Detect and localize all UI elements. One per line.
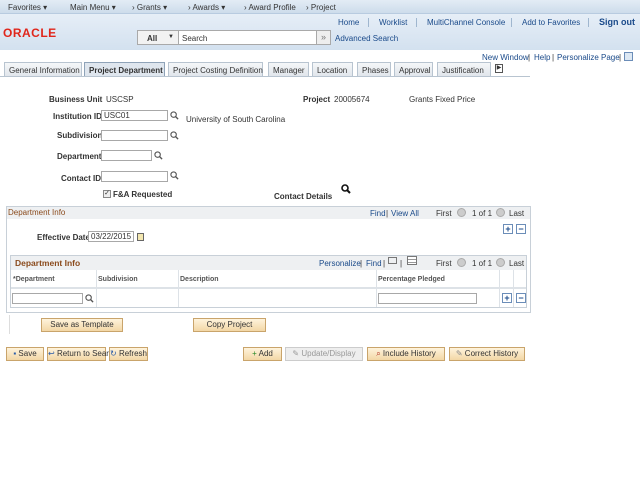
grid-percentage-pledged-input[interactable] [378, 293, 477, 304]
section-title: Department Info [8, 208, 66, 217]
customize-icon[interactable] [624, 52, 633, 61]
oracle-logo: ORACLE [3, 26, 57, 40]
tab-project-costing-definition[interactable]: Project Costing Definition [168, 62, 263, 76]
contact-id-input[interactable] [101, 171, 168, 182]
update-icon: ✎ [292, 349, 302, 358]
lookup-icon[interactable] [170, 111, 179, 120]
personalize-page-link[interactable]: Personalize Page [557, 53, 620, 62]
calendar-icon[interactable] [137, 233, 144, 241]
grid-find-link[interactable]: Find [366, 259, 382, 268]
add-button[interactable]: + Add [243, 347, 282, 361]
correct-history-button[interactable]: ✎ Correct History [449, 347, 525, 361]
grid-next-icon[interactable] [496, 258, 505, 267]
sign-out-link[interactable]: Sign out [599, 17, 635, 27]
include-history-button[interactable]: ⌕ Include History [367, 347, 445, 361]
personalize-link[interactable]: Personalize [319, 259, 361, 268]
lookup-icon[interactable] [154, 151, 163, 160]
search-scope-select[interactable]: All ▼ [137, 30, 179, 45]
grid-last-label: Last [509, 259, 525, 268]
breadcrumb-grants[interactable]: › Grants ▾ [132, 3, 167, 12]
update-display-button[interactable]: ✎ Update/Display [285, 347, 363, 361]
column-header-description: Description [180, 276, 219, 283]
dropdown-arrow-icon: ▼ [168, 34, 174, 40]
grid-title: Department Info [15, 258, 81, 268]
lookup-icon[interactable] [170, 131, 179, 140]
previous-icon[interactable] [457, 208, 466, 217]
save-as-template-button[interactable]: Save as Template [41, 318, 123, 332]
effective-date-label: Effective Date [37, 233, 90, 242]
home-link[interactable]: Home [338, 18, 359, 27]
contact-id-label: Contact ID [61, 174, 101, 183]
business-unit-value: USCSP [106, 95, 134, 104]
top-nav-bar: Favorites ▾ Main Menu ▾ › Grants ▾ › Awa… [0, 0, 640, 14]
row-count: 1 of 1 [472, 209, 493, 218]
tab-location[interactable]: Location [312, 62, 353, 76]
grid-department-input[interactable] [12, 293, 83, 304]
tab-justification[interactable]: Justification [437, 62, 491, 76]
first-label: First [436, 209, 452, 218]
correct-history-icon: ✎ [455, 349, 465, 358]
new-window-link[interactable]: New Window [482, 53, 529, 62]
grid-row-count: 1 of 1 [472, 259, 493, 268]
subdivision-label: Subdivision [57, 131, 103, 140]
tab-project-department[interactable]: Project Department [84, 62, 165, 76]
return-to-search-button[interactable]: ↩ Return to Search [47, 347, 117, 361]
zoom-grid-icon[interactable] [388, 257, 397, 264]
breadcrumb-project: › Project [306, 3, 336, 12]
add-row-icon[interactable]: + [503, 224, 513, 234]
next-icon[interactable] [496, 208, 505, 217]
download-icon[interactable] [407, 256, 417, 265]
lookup-icon[interactable] [85, 294, 94, 303]
grid-add-row-icon[interactable]: + [502, 293, 512, 303]
help-link[interactable]: Help [534, 53, 550, 62]
grid-first-label: First [436, 259, 452, 268]
include-history-icon: ⌕ [376, 349, 383, 358]
tab-phases[interactable]: Phases [357, 62, 391, 76]
business-unit-label: Business Unit [49, 95, 103, 104]
advanced-search-link[interactable]: Advanced Search [335, 34, 398, 43]
project-description: Grants Fixed Price [409, 95, 476, 104]
tab-general-information[interactable]: General Information [4, 62, 82, 76]
search-input[interactable]: Search [178, 30, 317, 45]
multichannel-link[interactable]: MultiChannel Console [427, 18, 505, 27]
worklist-link[interactable]: Worklist [379, 18, 407, 27]
refresh-icon: ↻ [110, 349, 119, 358]
tab-approval[interactable]: Approval [394, 62, 433, 76]
delete-row-icon[interactable]: − [516, 224, 526, 234]
department-label: Department [57, 152, 102, 161]
grid-previous-icon[interactable] [457, 258, 466, 267]
column-header-subdivision: Subdivision [98, 276, 138, 283]
column-header-percentage-pledged: Percentage Pledged [378, 276, 445, 283]
project-label: Project [303, 95, 331, 104]
department-input[interactable] [101, 150, 152, 161]
project-value: 20005674 [334, 95, 370, 104]
save-button[interactable]: ▪ Save [6, 347, 44, 361]
effective-date-input[interactable]: 03/22/2015 [88, 231, 134, 242]
contact-details-lookup-icon[interactable] [341, 184, 351, 194]
breadcrumb-award-profile[interactable]: › Award Profile [244, 3, 296, 12]
favorites-menu[interactable]: Favorites ▾ [8, 3, 47, 12]
search-go-icon[interactable]: » [316, 30, 331, 45]
copy-project-button[interactable]: Copy Project [193, 318, 266, 332]
institution-description: University of South Carolina [186, 115, 286, 124]
grid-delete-row-icon[interactable]: − [516, 293, 526, 303]
lookup-icon[interactable] [170, 171, 179, 180]
add-favorites-link[interactable]: Add to Favorites [522, 18, 580, 27]
find-link[interactable]: Find [370, 209, 386, 218]
next-tab-icon[interactable]: ▶ [495, 64, 503, 73]
view-all-link[interactable]: View All [391, 209, 419, 218]
tab-manager[interactable]: Manager [268, 62, 309, 76]
institution-id-input[interactable]: USC01 [101, 110, 168, 121]
main-menu[interactable]: Main Menu ▾ [70, 3, 116, 12]
breadcrumb-awards[interactable]: › Awards ▾ [188, 3, 225, 12]
column-header-department: *Department [13, 276, 55, 283]
fa-requested-label: F&A Requested [113, 190, 173, 199]
refresh-button[interactable]: ↻ Refresh [109, 347, 148, 361]
return-icon: ↩ [48, 349, 57, 358]
institution-id-label: Institution ID [53, 112, 102, 121]
subdivision-input[interactable] [101, 130, 168, 141]
fa-requested-checkbox[interactable]: ✓ [103, 190, 111, 198]
contact-details-label: Contact Details [274, 192, 333, 201]
last-label: Last [509, 209, 525, 218]
